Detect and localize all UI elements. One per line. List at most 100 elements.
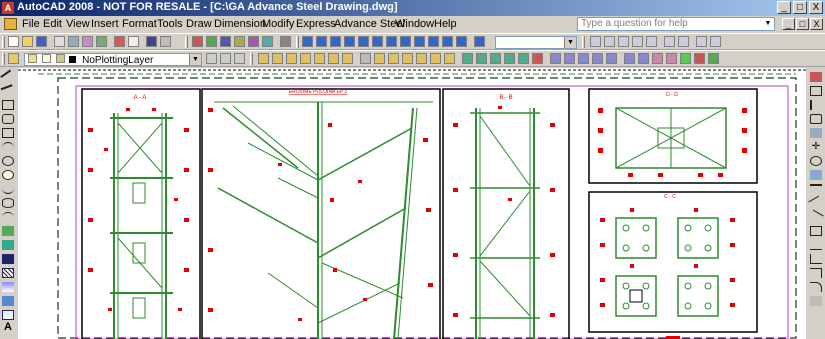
- menu-help[interactable]: Help: [434, 18, 457, 30]
- view-frame-d[interactable]: [588, 88, 758, 184]
- chevron-down-icon[interactable]: ▼: [189, 54, 201, 65]
- advance-steel-settings-icon[interactable]: [474, 36, 485, 47]
- zoom-scale-icon[interactable]: [678, 36, 689, 47]
- advance-steel-bolt-icon[interactable]: [330, 36, 341, 47]
- drawing-style-icon[interactable]: [624, 53, 635, 64]
- menu-format[interactable]: Format: [122, 18, 157, 30]
- layer-previous-icon[interactable]: [220, 53, 231, 64]
- gradient-icon[interactable]: [2, 282, 14, 292]
- trim-icon[interactable]: [808, 195, 824, 211]
- publish-icon[interactable]: [82, 36, 93, 47]
- filter-welds-icon[interactable]: [518, 53, 529, 64]
- advance-steel-model-icon[interactable]: [400, 36, 411, 47]
- layer-combo[interactable]: NoPlottingLayer ▼: [24, 53, 202, 66]
- polygon-icon[interactable]: [2, 114, 14, 124]
- undo-icon[interactable]: [146, 36, 157, 47]
- advance-steel-check-icon[interactable]: [414, 36, 425, 47]
- numbering-icon[interactable]: [606, 53, 617, 64]
- as-hole-icon[interactable]: [430, 53, 441, 64]
- menu-edit[interactable]: Edit: [43, 18, 62, 30]
- mirror-icon[interactable]: [810, 100, 822, 110]
- document-icon[interactable]: [4, 18, 17, 30]
- autocad-logo-icon[interactable]: A: [2, 2, 14, 14]
- menu-tools[interactable]: Tools: [157, 18, 183, 30]
- table-icon[interactable]: [2, 310, 14, 320]
- advance-steel-weld-icon[interactable]: [344, 36, 355, 47]
- help-dropdown-arrow-icon[interactable]: ▼: [763, 19, 773, 29]
- fillet-icon[interactable]: [810, 282, 822, 292]
- zoom-extents-icon[interactable]: [590, 36, 601, 47]
- menu-express[interactable]: Express: [296, 18, 336, 30]
- insert-block-icon[interactable]: [2, 226, 14, 236]
- toolbar-grip[interactable]: [250, 53, 253, 65]
- circle-icon[interactable]: [2, 156, 14, 166]
- as-shorten-icon[interactable]: [402, 53, 413, 64]
- model-browser-icon[interactable]: [550, 53, 561, 64]
- maximize-button[interactable]: □: [793, 1, 807, 14]
- multiline-text-icon[interactable]: A: [2, 322, 14, 333]
- advance-steel-grid-icon[interactable]: [372, 36, 383, 47]
- zoom-all-icon[interactable]: [632, 36, 643, 47]
- print-icon[interactable]: [54, 36, 65, 47]
- break-at-point-icon[interactable]: [810, 226, 822, 236]
- zoom-window-icon[interactable]: [234, 36, 245, 47]
- advance-steel-plate-icon[interactable]: [316, 36, 327, 47]
- toolbar-grip[interactable]: [582, 36, 585, 48]
- drawing-canvas[interactable]: A - A EROVIME POLOINA EP 1 B - B D - D C…: [18, 68, 806, 339]
- advance-steel-doc-icon[interactable]: [442, 36, 453, 47]
- array-icon[interactable]: [810, 128, 822, 138]
- as-notch-icon[interactable]: [416, 53, 427, 64]
- menu-file[interactable]: File: [22, 18, 40, 30]
- hatch-icon[interactable]: [2, 268, 14, 278]
- collision-check-icon[interactable]: [592, 53, 603, 64]
- polyline-icon[interactable]: [2, 100, 14, 110]
- plot-preview-icon[interactable]: [68, 36, 79, 47]
- zoom-in-icon[interactable]: [604, 36, 615, 47]
- scale-icon[interactable]: [810, 170, 822, 180]
- zoom-out-icon[interactable]: [618, 36, 629, 47]
- point-icon[interactable]: [2, 254, 14, 264]
- layer-state-icon[interactable]: [234, 53, 245, 64]
- minimize-button[interactable]: _: [777, 1, 791, 14]
- zoom-window-icon[interactable]: [710, 36, 721, 47]
- as-weld-point-icon[interactable]: [444, 53, 455, 64]
- explode-icon[interactable]: [810, 296, 822, 306]
- open-file-icon[interactable]: [22, 36, 33, 47]
- toolbar-grip[interactable]: [2, 53, 5, 65]
- doc-close-button[interactable]: X: [810, 18, 823, 30]
- zoom-dynamic-icon[interactable]: [696, 36, 707, 47]
- menu-dimension[interactable]: Dimension: [214, 18, 266, 30]
- as-frame-icon[interactable]: [328, 53, 339, 64]
- rectangle-icon[interactable]: [2, 128, 14, 138]
- break-icon[interactable]: [810, 240, 822, 250]
- advance-steel-joint-icon[interactable]: [358, 36, 369, 47]
- toolbar-grip[interactable]: [296, 36, 299, 48]
- close-button[interactable]: X: [809, 1, 823, 14]
- help-search-input[interactable]: Type a question for help ▼: [577, 17, 775, 31]
- document-manager-icon[interactable]: [638, 53, 649, 64]
- nc-file-icon[interactable]: [666, 53, 677, 64]
- as-ok-icon[interactable]: [708, 53, 719, 64]
- filter-clear-icon[interactable]: [532, 53, 543, 64]
- join-icon[interactable]: [810, 254, 822, 264]
- view-combo[interactable]: ▼: [495, 36, 577, 49]
- menu-view[interactable]: View: [66, 18, 90, 30]
- properties-icon[interactable]: [262, 36, 273, 47]
- as-connection-icon[interactable]: [374, 53, 385, 64]
- ellipse-icon[interactable]: [2, 198, 14, 208]
- 3d-view-icon[interactable]: [360, 53, 371, 64]
- menu-draw[interactable]: Draw: [186, 18, 212, 30]
- new-file-icon[interactable]: [8, 36, 19, 47]
- copy-icon[interactable]: [128, 36, 139, 47]
- as-cut-icon[interactable]: [388, 53, 399, 64]
- filter-plates-icon[interactable]: [490, 53, 501, 64]
- advance-steel-bom-icon[interactable]: [456, 36, 467, 47]
- offset-icon[interactable]: [810, 114, 822, 124]
- chevron-down-icon[interactable]: ▼: [564, 37, 576, 48]
- as-help-icon[interactable]: [680, 53, 691, 64]
- advance-steel-view-icon[interactable]: [386, 36, 397, 47]
- as-plate-icon[interactable]: [272, 53, 283, 64]
- arc-icon[interactable]: [2, 142, 14, 152]
- revision-cloud-icon[interactable]: [2, 170, 14, 180]
- as-purlin-icon[interactable]: [342, 53, 353, 64]
